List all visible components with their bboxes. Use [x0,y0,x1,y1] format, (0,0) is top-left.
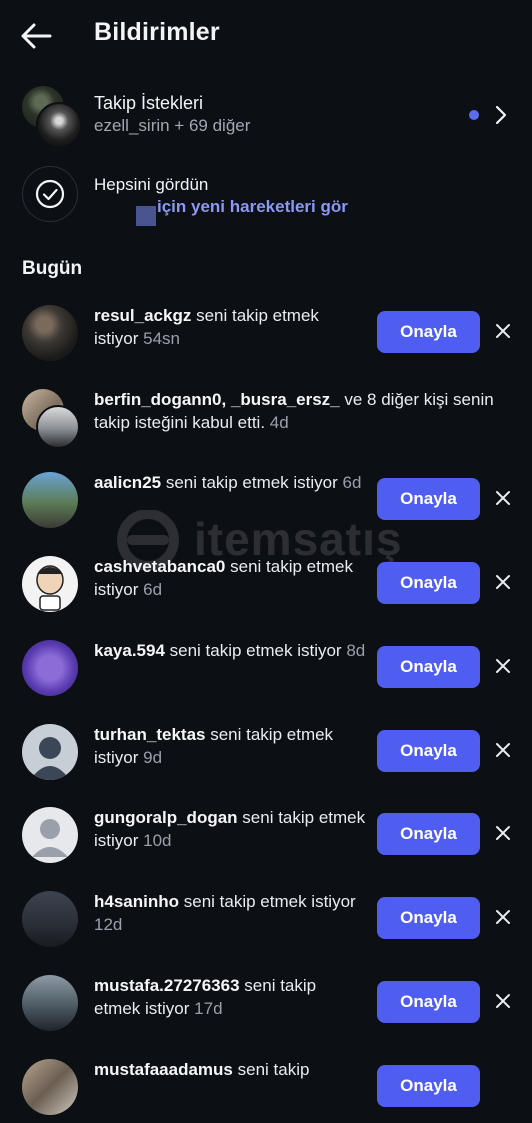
approve-button[interactable]: Onayla [377,562,480,604]
default-profile-icon [32,819,68,857]
timestamp: 10d [143,831,172,850]
timestamp: 4d [269,413,289,432]
notification-text: h4saninho seni takip etmek istiyor 12d [94,890,366,936]
username[interactable]: gungoralp_dogan [94,808,238,827]
username[interactable]: mustafa.27276363 [94,976,240,995]
follow-requests-subtitle: ezell_sirin + 69 diğer [94,116,251,135]
unread-dot [469,110,479,120]
list-item: kaya.594 seni takip etmek istiyor 8d Ona… [0,634,532,704]
close-icon[interactable] [495,825,511,841]
approve-button[interactable]: Onayla [377,981,480,1023]
avatar[interactable] [22,640,78,696]
username[interactable]: cashvetabanca0 [94,557,225,576]
avatar[interactable] [22,807,78,863]
approve-button[interactable]: Onayla [377,311,480,353]
list-item: aalicn25 seni takip etmek istiyor 6d Ona… [0,466,532,536]
close-icon[interactable] [495,658,511,674]
all-caught-up-title: Hepsini gördün [94,175,209,194]
approve-button[interactable]: Onayla [377,897,480,939]
notification-text: berfin_dogann0, _busra_ersz_ ve 8 diğer … [94,388,494,434]
approve-button[interactable]: Onayla [377,730,480,772]
avatar[interactable] [36,405,80,449]
approve-button[interactable]: Onayla [377,478,480,520]
close-icon[interactable] [495,909,511,925]
list-item: cashvetabanca0 seni takip etmek istiyor … [0,550,532,620]
avatar[interactable] [22,472,78,528]
notification-text: kaya.594 seni takip etmek istiyor 8d [94,639,366,662]
notification-text: gungoralp_dogan seni takip etmek istiyor… [94,806,366,852]
chevron-right-icon [495,105,507,125]
avatar[interactable] [22,724,78,780]
notification-text: resul_ackgz seni takip etmek istiyor 54s… [94,304,366,350]
notification-message: seni takip etmek istiyor [169,641,342,660]
avatar[interactable] [22,891,78,947]
stacked-avatars [22,389,80,449]
username[interactable]: aalicn25 [94,473,161,492]
avatar[interactable] [22,556,78,612]
see-new-activity-link[interactable]: için yeni hareketleri gör [157,197,348,217]
notification-text: mustafa.27276363 seni takip etmek istiyo… [94,974,366,1020]
close-icon[interactable] [495,742,511,758]
follow-requests-row[interactable]: Takip İstekleri ezell_sirin + 69 diğer [0,82,532,148]
top-bar: Bildirimler [0,0,532,72]
section-header-today: Bugün [22,258,83,279]
all-caught-up-row: Hepsini gördün için yeni hareketleri gör [0,164,532,228]
check-circle-icon [35,179,65,209]
follow-requests-title: Takip İstekleri [94,93,204,113]
person-silhouette-icon [30,737,70,780]
avatar[interactable] [22,975,78,1031]
page-title: Bildirimler [94,18,220,46]
notification-text: aalicn25 seni takip etmek istiyor 6d [94,471,366,494]
list-item: mustafa.27276363 seni takip etmek istiyo… [0,969,532,1039]
notification-text: turhan_tektas seni takip etmek istiyor 9… [94,723,366,769]
check-circle-container [22,166,78,222]
cartoon-avatar-icon [36,565,64,611]
approve-button[interactable]: Onayla [377,813,480,855]
notification-text: cashvetabanca0 seni takip etmek istiyor … [94,555,366,601]
list-item: turhan_tektas seni takip etmek istiyor 9… [0,718,532,788]
redacted-block [136,206,156,226]
request-avatars [22,86,82,148]
close-icon[interactable] [495,490,511,506]
list-item: berfin_dogann0, _busra_ersz_ ve 8 diğer … [0,383,532,453]
notification-text: mustafaaadamus seni takip [94,1058,366,1081]
list-item: mustafaaadamus seni takip Onayla [0,1053,532,1123]
timestamp: 9d [143,748,163,767]
timestamp: 12d [94,915,123,934]
avatar[interactable] [22,1059,78,1115]
avatar[interactable] [22,305,78,361]
username[interactable]: resul_ackgz [94,306,191,325]
timestamp: 6d [342,473,362,492]
username[interactable]: turhan_tektas [94,725,205,744]
approve-button[interactable]: Onayla [377,1065,480,1107]
list-item: resul_ackgz seni takip etmek istiyor 54s… [0,299,532,369]
close-icon[interactable] [495,993,511,1009]
avatar [36,102,82,148]
approve-button[interactable]: Onayla [377,646,480,688]
timestamp: 6d [143,580,163,599]
timestamp: 17d [194,999,223,1018]
username[interactable]: kaya.594 [94,641,165,660]
list-item: gungoralp_dogan seni takip etmek istiyor… [0,801,532,871]
arrow-left-icon[interactable] [18,20,54,52]
close-icon[interactable] [495,574,511,590]
username[interactable]: mustafaaadamus [94,1060,233,1079]
close-icon[interactable] [495,323,511,339]
notification-message: seni takip etmek istiyor [165,473,338,492]
timestamp: 54sn [143,329,181,348]
notification-message: seni takip etmek istiyor [183,892,356,911]
list-item: h4saninho seni takip etmek istiyor 12d O… [0,885,532,955]
notification-message: seni takip [237,1060,310,1079]
timestamp: 8d [346,641,366,660]
username[interactable]: h4saninho [94,892,179,911]
username[interactable]: berfin_dogann0, _busra_ersz_ [94,390,340,409]
